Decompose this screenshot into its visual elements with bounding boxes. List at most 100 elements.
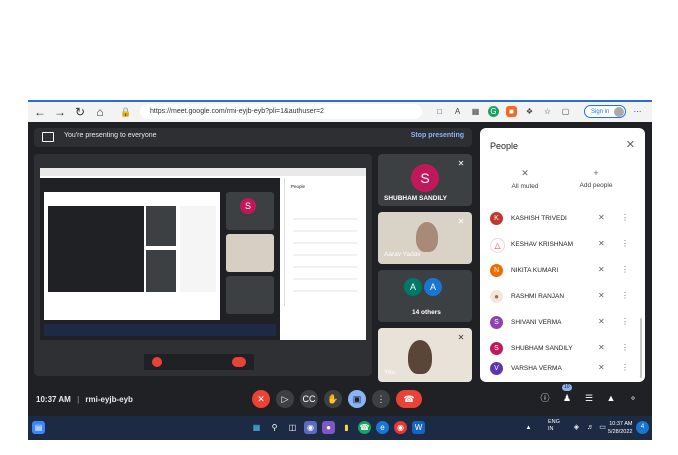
sign-in-button[interactable]: Sign in xyxy=(584,105,626,118)
file-explorer-icon[interactable]: ▮ xyxy=(340,421,353,434)
present-screen-icon xyxy=(42,132,54,142)
chat-button[interactable]: ☰ xyxy=(582,391,596,405)
more-icon[interactable]: ⋮ xyxy=(621,363,629,372)
tile-aarav[interactable]: Aarav Yadav ✕ xyxy=(378,212,472,264)
more-icon[interactable]: ⋮ xyxy=(621,239,629,248)
taskbar-time: 10:37 AM xyxy=(609,421,633,427)
mic-off-icon[interactable]: ✕ xyxy=(598,239,605,248)
camera-toggle-button[interactable]: ▷ xyxy=(276,390,294,408)
info-button[interactable]: ⓘ xyxy=(538,391,552,405)
favorites-icon[interactable]: ☆ xyxy=(542,106,553,117)
nested-browser-bar xyxy=(40,168,366,176)
nested-controls xyxy=(144,354,254,370)
people-icon: ♟ xyxy=(562,393,572,403)
leave-call-button[interactable]: ☎ xyxy=(396,390,422,408)
tile-shubham[interactable]: S SHUBHAM SANDILY ✕ xyxy=(378,154,472,206)
more-icon[interactable]: ⋮ xyxy=(621,213,629,222)
scrollbar[interactable] xyxy=(640,318,642,378)
read-aloud-icon[interactable]: A xyxy=(452,106,463,117)
shield-icon: ⚬ xyxy=(629,393,637,403)
lang-secondary: IN xyxy=(548,426,554,432)
all-muted-label: All muted xyxy=(511,183,539,190)
more-icon: ⋮ xyxy=(376,394,386,404)
captions-button[interactable]: CC xyxy=(300,390,318,408)
word-icon[interactable]: W xyxy=(412,421,425,434)
refresh-icon[interactable]: ↻ xyxy=(72,104,88,120)
tile-others[interactable]: A A 14 others xyxy=(378,270,472,322)
list-item[interactable]: N NIKITA KUMARI ✕ ⋮ xyxy=(480,258,640,284)
list-item[interactable]: ● RASHMI RANJAN ✕ ⋮ xyxy=(480,284,640,310)
list-item[interactable]: V VARSHA VERMA ✕ ⋮ xyxy=(480,356,640,382)
grammarly-icon[interactable]: G xyxy=(488,106,499,117)
task-view-icon[interactable]: ◫ xyxy=(286,421,299,434)
address-bar[interactable]: https://meet.google.com/rmi-eyjb-eyb?pli… xyxy=(140,104,422,119)
member-name: RASHMI RANJAN xyxy=(511,293,565,300)
camera-icon[interactable]: □ xyxy=(434,106,445,117)
close-icon[interactable]: ✕ xyxy=(626,138,635,151)
more-icon[interactable]: ⋮ xyxy=(621,343,629,352)
language-indicator[interactable]: ENG IN xyxy=(548,419,560,433)
extension-orange-icon[interactable]: ■ xyxy=(506,106,517,117)
more-icon[interactable]: ⋮ xyxy=(621,265,629,274)
mic-off-icon[interactable]: ✕ xyxy=(598,213,605,222)
forward-icon[interactable]: → xyxy=(52,104,68,120)
wifi-icon[interactable]: ◈ xyxy=(570,421,583,434)
tile-you[interactable]: You ✕ xyxy=(378,328,472,382)
chrome-icon[interactable]: ◉ xyxy=(394,421,407,434)
edge-icon[interactable]: e xyxy=(376,421,389,434)
home-icon[interactable]: ⌂ xyxy=(92,104,108,120)
menu-dots-icon[interactable]: ⋯ xyxy=(632,106,643,117)
more-icon[interactable]: ⋮ xyxy=(621,317,629,326)
browser-toolbar: ← → ↻ ⌂ 🔒 https://meet.google.com/rmi-ey… xyxy=(28,100,652,122)
mic-off-icon[interactable]: ✕ xyxy=(598,291,605,300)
widgets-icon[interactable]: ▤ xyxy=(32,421,45,434)
lock-icon[interactable]: 🔒 xyxy=(118,104,134,120)
tile-name: SHUBHAM SANDILY xyxy=(384,195,447,202)
chat-icon: ☰ xyxy=(584,393,594,403)
host-controls-button[interactable]: ⚬ xyxy=(626,391,640,405)
badge-app-icon[interactable]: ● xyxy=(322,421,335,434)
mic-off-icon: ✕ xyxy=(457,217,465,226)
others-count: 14 others xyxy=(412,309,441,316)
mic-off-icon[interactable]: ✕ xyxy=(598,363,605,372)
start-icon[interactable]: ▦ xyxy=(250,421,263,434)
tile-name: You xyxy=(384,369,395,376)
people-button[interactable]: ♟ 10 xyxy=(560,384,574,405)
activities-button[interactable]: ▲ xyxy=(604,391,618,405)
shared-screen-content: S People xyxy=(40,168,366,340)
all-muted-button[interactable]: ✕ All muted xyxy=(495,168,555,190)
search-icon[interactable]: ⚲ xyxy=(268,421,281,434)
logo-avatar: △ xyxy=(490,238,505,253)
self-video xyxy=(408,340,432,374)
extensions-icon[interactable]: ▦ xyxy=(470,106,481,117)
present-button[interactable]: ▣ xyxy=(348,390,366,408)
raise-hand-button[interactable]: ✋ xyxy=(324,390,342,408)
mic-off-icon[interactable]: ✕ xyxy=(598,317,605,326)
member-name: NIKITA KUMARI xyxy=(511,267,559,274)
more-icon[interactable]: ⋮ xyxy=(621,291,629,300)
puzzle-icon[interactable]: ❖ xyxy=(524,106,535,117)
mic-off-icon[interactable]: ✕ xyxy=(598,265,605,274)
meeting-code: rmi-eyjb-eyb xyxy=(85,395,133,404)
separator: | xyxy=(77,395,80,404)
sign-in-label: Sign in xyxy=(591,109,610,115)
mic-toggle-button[interactable]: ✕ xyxy=(252,390,270,408)
notification-icon[interactable]: 4 xyxy=(636,421,649,434)
collections-icon[interactable]: ▢ xyxy=(560,106,571,117)
back-icon[interactable]: ← xyxy=(32,104,48,120)
mic-off-icon[interactable]: ✕ xyxy=(598,343,605,352)
whatsapp-icon[interactable]: ☎ xyxy=(358,421,371,434)
member-name: VARSHA VERMA xyxy=(511,365,562,372)
chevron-up-icon[interactable]: ▲ xyxy=(522,422,535,435)
member-name: SHIVANI VERMA xyxy=(511,319,562,326)
stop-presenting-button[interactable]: Stop presenting xyxy=(411,132,464,139)
tile-name: Aarav Yadav xyxy=(384,251,421,258)
list-item[interactable]: K KASHISH TRIVEDI ✕ ⋮ xyxy=(480,206,640,232)
list-item[interactable]: △ KESHAV KRISHNAM ✕ ⋮ xyxy=(480,232,640,258)
taskbar-clock[interactable]: 10:37 AM 5/28/2022 xyxy=(608,420,632,436)
more-options-button[interactable]: ⋮ xyxy=(372,390,390,408)
list-item[interactable]: S SHIVANI VERMA ✕ ⋮ xyxy=(480,310,640,336)
member-avatar: S xyxy=(490,342,503,355)
add-people-button[interactable]: + Add people xyxy=(566,168,626,189)
teams-icon[interactable]: ◉ xyxy=(304,421,317,434)
